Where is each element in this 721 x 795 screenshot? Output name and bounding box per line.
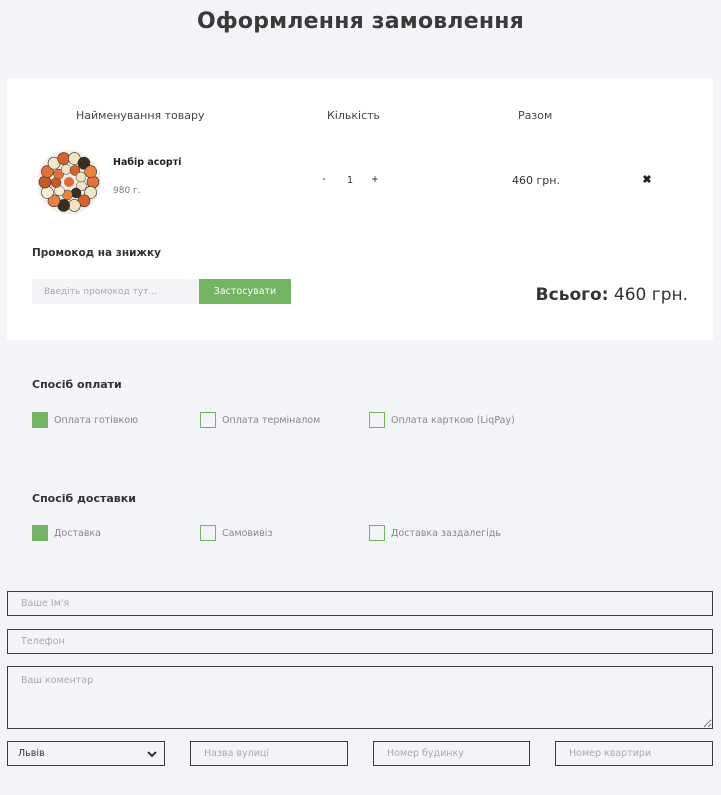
city-select-value: Львів — [18, 748, 45, 759]
quantity-increase-button[interactable]: + — [370, 172, 380, 186]
remove-item-button[interactable]: ✖ — [641, 174, 653, 186]
promo-label: Промокод на знижку — [32, 247, 161, 259]
comment-field[interactable] — [7, 666, 713, 729]
grand-total: Всього: 460 грн. — [536, 285, 688, 305]
payment-option-cash[interactable]: Оплата готівкою — [32, 412, 138, 428]
product-weight: 980 г. — [113, 186, 141, 196]
quantity-decrease-button[interactable]: - — [319, 173, 329, 185]
street-field[interactable] — [190, 741, 348, 766]
name-field[interactable] — [7, 591, 713, 616]
delivery-option-label: Доставка заздалегідь — [391, 527, 502, 539]
cart-panel: Найменування товару Кількість Разом Набі… — [7, 78, 713, 340]
promo-code-input[interactable] — [32, 279, 199, 304]
payment-option-card[interactable]: Оплата карткою (LiqPay) — [369, 412, 515, 428]
payment-method-title: Спосіб оплати — [32, 378, 122, 391]
column-header-name: Найменування товару — [76, 109, 205, 122]
delivery-option-scheduled[interactable]: Доставка заздалегідь — [369, 525, 501, 541]
product-name: Набір асорті — [113, 157, 182, 168]
delivery-option-label: Доставка — [54, 527, 101, 539]
payment-option-label: Оплата готівкою — [54, 414, 139, 426]
apply-promo-button[interactable]: Застосувати — [199, 279, 291, 304]
payment-option-label: Оплата терміналом — [222, 414, 321, 426]
payment-option-terminal[interactable]: Оплата терміналом — [200, 412, 320, 428]
grand-total-value: 460 грн. — [613, 285, 688, 305]
payment-option-label: Оплата карткою (LiqPay) — [391, 414, 515, 426]
city-select[interactable]: Львів — [7, 741, 165, 766]
grand-total-label: Всього: — [535, 285, 609, 305]
delivery-method-title: Спосіб доставки — [32, 492, 136, 505]
product-image — [37, 150, 101, 214]
delivery-option-label: Самовивіз — [222, 527, 273, 539]
product-total: 460 грн. — [512, 174, 560, 187]
delivery-option-pickup[interactable]: Самовивіз — [200, 525, 273, 541]
delivery-option-delivery[interactable]: Доставка — [32, 525, 101, 541]
close-icon: ✖ — [642, 174, 652, 186]
column-header-total: Разом — [518, 109, 553, 122]
checkbox-checked[interactable] — [32, 412, 48, 428]
phone-field[interactable] — [7, 629, 713, 654]
column-header-quantity: Кількість — [327, 109, 381, 122]
checkbox[interactable] — [369, 412, 385, 428]
house-number-field[interactable] — [373, 741, 530, 766]
checkbox[interactable] — [200, 525, 216, 541]
checkbox[interactable] — [200, 412, 216, 428]
chevron-down-icon — [147, 751, 157, 758]
checkbox-checked[interactable] — [32, 525, 48, 541]
quantity-value: 1 — [346, 175, 354, 186]
page-title: Оформлення замовлення — [196, 9, 524, 34]
checkbox[interactable] — [369, 525, 385, 541]
apartment-number-field[interactable] — [555, 741, 713, 766]
